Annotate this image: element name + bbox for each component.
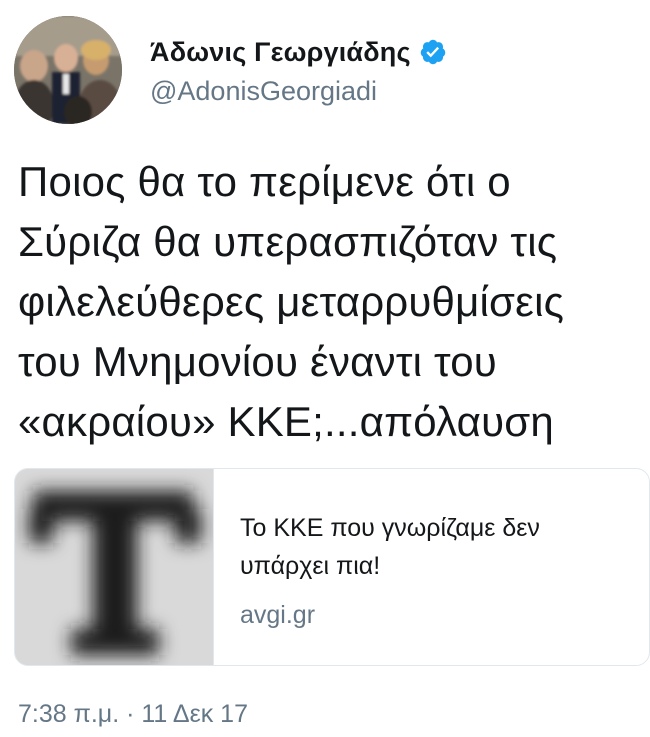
avatar[interactable]	[14, 16, 122, 124]
card-thumbnail	[15, 469, 214, 665]
tweet-text: Ποιος θα το περίμενε ότι ο Σύριζα θα υπε…	[18, 158, 565, 445]
link-card[interactable]: Το ΚΚΕ που γνωρίζαμε δεν υπάρχει πια! av…	[14, 468, 650, 666]
card-domain: avgi.gr	[240, 601, 316, 629]
verified-badge-icon	[419, 38, 447, 66]
tweet-timestamp[interactable]: 7:38 π.μ. · 11 Δεκ 17	[18, 700, 248, 729]
author-block: Άδωνις Γεωργιάδης @AdonisGeorgiadi	[150, 34, 447, 107]
profile-photo-icon	[14, 16, 122, 124]
name-row: Άδωνις Γεωργιάδης	[150, 34, 447, 70]
display-name[interactable]: Άδωνις Γεωργιάδης	[150, 37, 411, 68]
tweet: Άδωνις Γεωργιάδης @AdonisGeorgiadi Ποιος…	[0, 0, 650, 737]
blurred-logo-icon	[15, 469, 213, 665]
card-title[interactable]: Το ΚΚΕ που γνωρίζαμε δεν υπάρχει πια!	[240, 509, 600, 585]
card-body: Το ΚΚΕ που γνωρίζαμε δεν υπάρχει πια! av…	[214, 469, 649, 665]
handle[interactable]: @AdonisGeorgiadi	[150, 76, 447, 107]
